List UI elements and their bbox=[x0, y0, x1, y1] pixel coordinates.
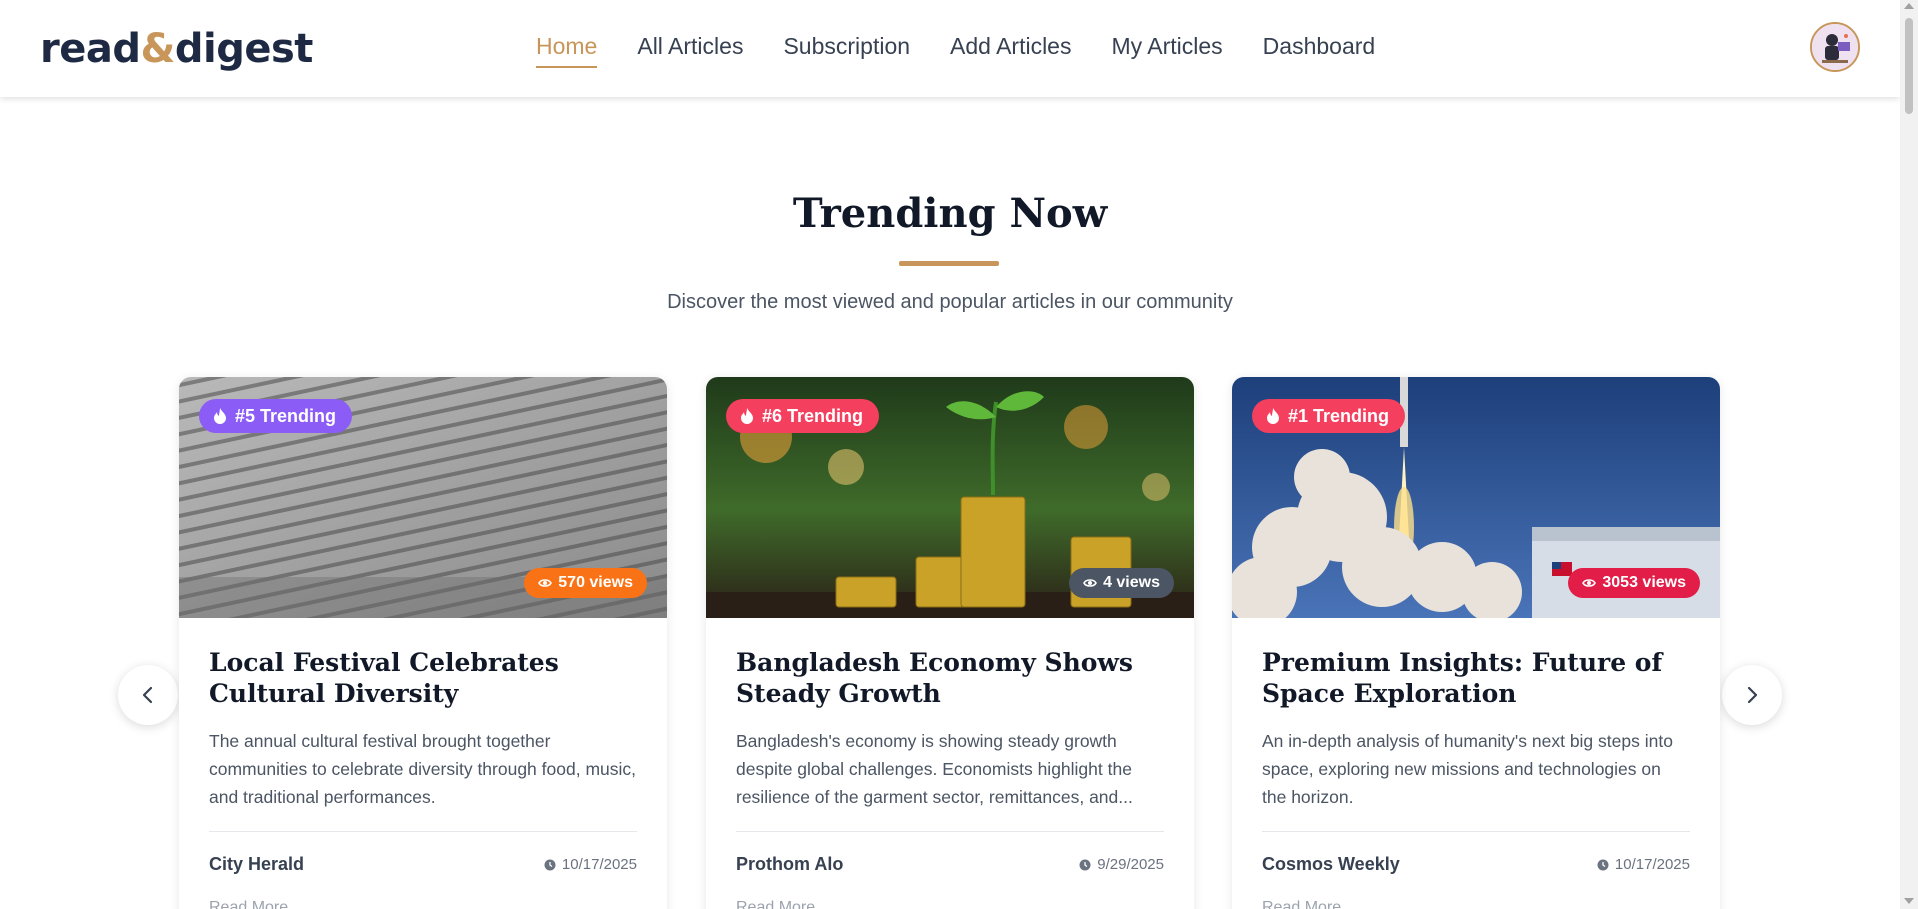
article-title[interactable]: Premium Insights: Future of Space Explor… bbox=[1262, 647, 1690, 709]
nav-dashboard[interactable]: Dashboard bbox=[1263, 33, 1376, 68]
chevron-right-icon bbox=[1747, 686, 1758, 704]
clock-icon bbox=[544, 859, 556, 870]
publisher-name: Prothom Alo bbox=[736, 854, 844, 874]
nav-subscription[interactable]: Subscription bbox=[783, 33, 910, 68]
trending-badge: #1 Trending bbox=[1252, 399, 1406, 433]
top-navbar: read&digest Home All Articles Subscripti… bbox=[0, 0, 1900, 97]
scroll-up-arrow-icon[interactable] bbox=[1904, 3, 1914, 9]
nav-home[interactable]: Home bbox=[536, 33, 598, 68]
views-count: 570 views bbox=[558, 574, 633, 591]
trending-rank: #1 Trending bbox=[1288, 405, 1390, 426]
article-excerpt: The annual cultural festival brought tog… bbox=[209, 731, 636, 807]
article-title[interactable]: Bangladesh Economy Shows Steady Growth bbox=[736, 647, 1164, 709]
read-more-link[interactable]: Read More bbox=[736, 899, 815, 909]
card-divider bbox=[209, 831, 637, 832]
fire-icon bbox=[214, 408, 226, 424]
trending-badge: #6 Trending bbox=[726, 399, 880, 433]
logo-text-digest: digest bbox=[174, 26, 314, 72]
nav-all-articles[interactable]: All Articles bbox=[637, 33, 743, 68]
fire-icon bbox=[741, 408, 753, 424]
section-subtitle: Discover the most viewed and popular art… bbox=[667, 291, 1233, 313]
section-title: Trending Now bbox=[792, 190, 1108, 237]
read-more-link[interactable]: Read More bbox=[209, 899, 288, 909]
publish-date: 9/29/2025 bbox=[1079, 856, 1164, 873]
title-divider bbox=[899, 261, 999, 266]
trending-rank: #5 Trending bbox=[235, 405, 337, 426]
clock-icon bbox=[1597, 859, 1609, 870]
user-avatar[interactable] bbox=[1810, 22, 1860, 72]
publish-date-text: 10/17/2025 bbox=[1614, 856, 1690, 873]
article-card[interactable]: #6 Trending 4 views Bangladesh Economy S… bbox=[706, 377, 1194, 909]
publish-date-text: 9/29/2025 bbox=[1097, 856, 1164, 873]
carousel-next-button[interactable] bbox=[1722, 665, 1782, 725]
read-more-link[interactable]: Read More bbox=[1262, 899, 1341, 909]
publish-date: 10/17/2025 bbox=[1597, 856, 1690, 873]
publisher-name: City Herald bbox=[209, 854, 305, 874]
scroll-thumb[interactable] bbox=[1905, 18, 1913, 114]
trending-rank: #6 Trending bbox=[762, 405, 864, 426]
nav-add-articles[interactable]: Add Articles bbox=[950, 33, 1071, 68]
article-card[interactable]: #1 Trending 3053 views Premium Insights:… bbox=[1232, 377, 1720, 909]
avatar-illustration bbox=[1812, 24, 1858, 70]
eye-icon bbox=[1582, 579, 1597, 587]
scroll-down-arrow-icon[interactable] bbox=[1904, 898, 1914, 904]
logo-text-read: read bbox=[40, 26, 141, 72]
article-card[interactable]: #5 Trending 570 views Local Festival Cel… bbox=[179, 377, 667, 909]
eye-icon bbox=[1083, 579, 1097, 587]
eye-icon bbox=[538, 579, 553, 587]
views-badge: 570 views bbox=[524, 568, 647, 598]
logo-text-amp: & bbox=[140, 26, 175, 72]
site-logo[interactable]: read&digest bbox=[40, 26, 313, 72]
chevron-left-icon bbox=[142, 686, 153, 704]
trending-badge: #5 Trending bbox=[199, 399, 353, 433]
clock-icon bbox=[1079, 859, 1091, 870]
article-title[interactable]: Local Festival Celebrates Cultural Diver… bbox=[209, 647, 637, 709]
article-excerpt: Bangladesh's economy is showing steady g… bbox=[736, 731, 1133, 807]
nav-my-articles[interactable]: My Articles bbox=[1111, 33, 1222, 68]
page-scrollbar[interactable] bbox=[1900, 0, 1918, 909]
publish-date-text: 10/17/2025 bbox=[561, 856, 637, 873]
views-badge: 3053 views bbox=[1568, 568, 1700, 598]
carousel-prev-button[interactable] bbox=[118, 665, 178, 725]
publish-date: 10/17/2025 bbox=[544, 856, 637, 873]
views-count: 3053 views bbox=[1602, 574, 1686, 591]
main-nav: Home All Articles Subscription Add Artic… bbox=[536, 33, 1375, 68]
views-count: 4 views bbox=[1103, 574, 1160, 591]
publisher-name: Cosmos Weekly bbox=[1262, 854, 1400, 874]
views-badge: 4 views bbox=[1069, 568, 1174, 598]
card-divider bbox=[736, 831, 1164, 832]
fire-icon bbox=[1267, 408, 1279, 424]
article-excerpt: An in-depth analysis of humanity's next … bbox=[1262, 731, 1673, 807]
card-divider bbox=[1262, 831, 1690, 832]
